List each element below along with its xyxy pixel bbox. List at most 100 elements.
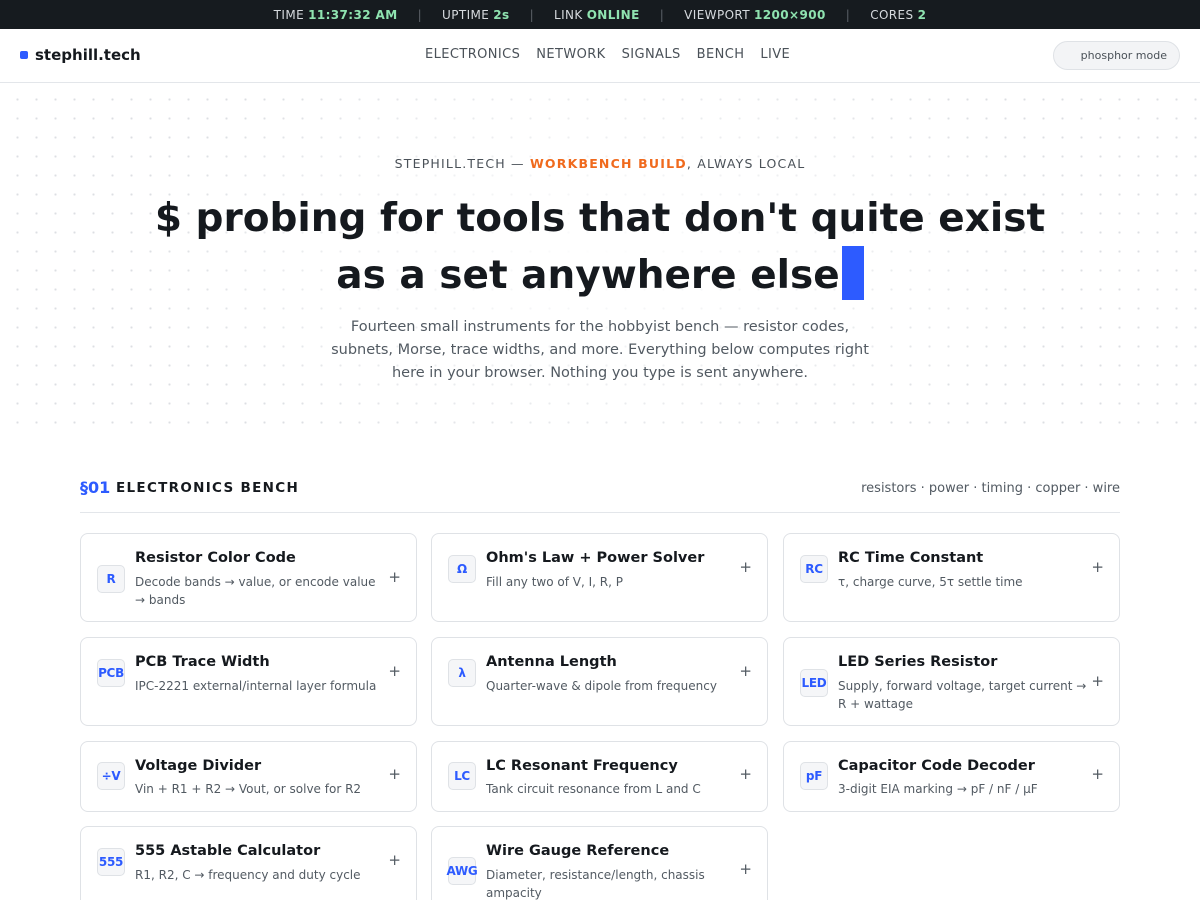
eyebrow-prefix: STEPHILL.TECH — bbox=[394, 156, 530, 171]
section-number: §01 bbox=[80, 478, 111, 497]
brand-name: stephill.tech bbox=[35, 46, 141, 64]
expand-plus-icon[interactable]: + bbox=[739, 662, 752, 680]
expand-plus-icon[interactable]: + bbox=[388, 568, 401, 586]
tool-card-description: Decode bands → value, or encode value → … bbox=[135, 575, 376, 607]
expand-plus-icon[interactable]: + bbox=[739, 860, 752, 878]
nav-link-live[interactable]: LIVE bbox=[760, 47, 790, 62]
status-cores: CORES 2 bbox=[870, 8, 926, 22]
nav-link-signals[interactable]: SIGNALS bbox=[622, 47, 681, 62]
tool-card-description: Fill any two of V, I, R, P bbox=[486, 575, 623, 589]
nav-link-electronics[interactable]: ELECTRONICS bbox=[425, 47, 520, 62]
tool-card-wire-gauge-reference[interactable]: AWG Wire Gauge Reference Diameter, resis… bbox=[431, 826, 768, 900]
tool-card-title: LED Series Resistor bbox=[838, 654, 998, 670]
status-time-value: 11:37:32 AM bbox=[308, 7, 398, 22]
headline-line-2: as a set anywhere else bbox=[336, 253, 840, 298]
phosphor-mode-toggle[interactable]: phosphor mode bbox=[1053, 41, 1180, 70]
top-nav: stephill.tech ELECTRONICS NETWORK SIGNAL… bbox=[0, 29, 1200, 83]
status-bar: TIME 11:37:32 AM | UPTIME 2s | LINK ONLI… bbox=[0, 0, 1200, 29]
tool-card-ohms-law[interactable]: Ω Ohm's Law + Power Solver Fill any two … bbox=[431, 533, 768, 622]
tool-card-title: Wire Gauge Reference bbox=[486, 843, 670, 859]
headline-line-1: $ probing for tools that don't quite exi… bbox=[154, 196, 1046, 241]
tool-card-title: Antenna Length bbox=[486, 654, 617, 670]
section-header: §01 ELECTRONICS BENCH resistors · power … bbox=[80, 478, 1120, 502]
status-uptime: UPTIME 2s bbox=[442, 8, 510, 22]
tool-card-description: τ, charge curve, 5τ settle time bbox=[838, 575, 1023, 589]
hero-headline: $ probing for tools that don't quite exi… bbox=[150, 192, 1050, 303]
eyebrow-suffix: , ALWAYS LOCAL bbox=[686, 156, 806, 171]
hero-eyebrow: STEPHILL.TECH — WORKBENCH BUILD, ALWAYS … bbox=[0, 156, 1200, 171]
tool-card-title: PCB Trace Width bbox=[135, 654, 270, 670]
status-link-label: LINK bbox=[554, 7, 583, 22]
expand-plus-icon[interactable]: + bbox=[1091, 765, 1104, 783]
hero-description: Fourteen small instruments for the hobby… bbox=[331, 319, 869, 381]
tool-card-description: Quarter-wave & dipole from frequency bbox=[486, 679, 717, 693]
eyebrow-accent: WORKBENCH BUILD bbox=[529, 156, 687, 171]
status-viewport-label: VIEWPORT bbox=[684, 7, 751, 22]
tool-card-title: 555 Astable Calculator bbox=[135, 843, 321, 859]
expand-plus-icon[interactable]: + bbox=[1091, 672, 1104, 690]
tool-card-description: Tank circuit resonance from L and C bbox=[486, 782, 701, 796]
tool-card-title: Resistor Color Code bbox=[135, 550, 296, 566]
brand-logo-icon bbox=[20, 51, 28, 59]
nav-link-network[interactable]: NETWORK bbox=[536, 47, 605, 62]
expand-plus-icon[interactable]: + bbox=[739, 558, 752, 576]
status-time: TIME 11:37:32 AM bbox=[274, 8, 398, 22]
pcb-icon: PCB bbox=[97, 659, 125, 687]
status-cores-label: CORES bbox=[870, 7, 914, 22]
tool-card-title: Voltage Divider bbox=[135, 758, 262, 774]
capacitor-icon: pF bbox=[800, 762, 828, 790]
ohm-icon: Ω bbox=[448, 555, 476, 583]
cursor-block-icon bbox=[841, 246, 864, 300]
tool-card-capacitor-code-decoder[interactable]: pF Capacitor Code Decoder 3-digit EIA ma… bbox=[783, 741, 1120, 812]
tool-card-title: LC Resonant Frequency bbox=[486, 758, 678, 774]
tool-card-title: Capacitor Code Decoder bbox=[838, 758, 1035, 774]
expand-plus-icon[interactable]: + bbox=[388, 662, 401, 680]
section-tags: resistors · power · timing · copper · wi… bbox=[861, 481, 1120, 496]
status-uptime-label: UPTIME bbox=[442, 7, 490, 22]
tool-card-lc-resonant-frequency[interactable]: LC LC Resonant Frequency Tank circuit re… bbox=[431, 741, 768, 812]
lc-icon: LC bbox=[448, 762, 476, 790]
status-separator: | bbox=[417, 7, 423, 22]
section-divider bbox=[80, 512, 1120, 513]
status-time-label: TIME bbox=[273, 7, 305, 22]
timer-555-icon: 555 bbox=[97, 848, 125, 876]
status-cores-value: 2 bbox=[917, 7, 927, 22]
status-viewport: VIEWPORT 1200×900 bbox=[684, 8, 826, 22]
hero: STEPHILL.TECH — WORKBENCH BUILD, ALWAYS … bbox=[0, 84, 1200, 430]
tool-card-description: IPC-2221 external/internal layer formula bbox=[135, 679, 377, 693]
tool-card-description: Vin + R1 + R2 → Vout, or solve for R2 bbox=[135, 782, 362, 796]
status-uptime-value: 2s bbox=[493, 7, 510, 22]
tool-card-description: Diameter, resistance/length, chassis amp… bbox=[486, 868, 705, 900]
status-link-value: ONLINE bbox=[586, 7, 640, 22]
status-link: LINK ONLINE bbox=[554, 8, 640, 22]
tool-card-title: RC Time Constant bbox=[838, 550, 984, 566]
expand-plus-icon[interactable]: + bbox=[739, 765, 752, 783]
tool-card-pcb-trace-width[interactable]: PCB PCB Trace Width IPC-2221 external/in… bbox=[80, 637, 417, 726]
tool-card-title: Ohm's Law + Power Solver bbox=[486, 550, 705, 566]
tool-card-description: Supply, forward voltage, target current … bbox=[838, 679, 1087, 711]
tool-card-555-astable[interactable]: 555 555 Astable Calculator R1, R2, C → f… bbox=[80, 826, 417, 900]
status-separator: | bbox=[529, 7, 535, 22]
tool-card-rc-time-constant[interactable]: RC RC Time Constant τ, charge curve, 5τ … bbox=[783, 533, 1120, 622]
tool-card-resistor-color-code[interactable]: R Resistor Color Code Decode bands → val… bbox=[80, 533, 417, 622]
expand-plus-icon[interactable]: + bbox=[388, 765, 401, 783]
rc-icon: RC bbox=[800, 555, 828, 583]
status-separator: | bbox=[845, 7, 851, 22]
nav-links: ELECTRONICS NETWORK SIGNALS BENCH LIVE bbox=[425, 47, 790, 62]
tool-card-description: 3-digit EIA marking → pF / nF / µF bbox=[838, 782, 1038, 796]
tool-card-led-series-resistor[interactable]: LED LED Series Resistor Supply, forward … bbox=[783, 637, 1120, 726]
nav-link-bench[interactable]: BENCH bbox=[697, 47, 745, 62]
brand-link[interactable]: stephill.tech bbox=[20, 46, 141, 64]
expand-plus-icon[interactable]: + bbox=[1091, 558, 1104, 576]
led-icon: LED bbox=[800, 669, 828, 697]
status-viewport-value: 1200×900 bbox=[754, 7, 826, 22]
tool-card-antenna-length[interactable]: λ Antenna Length Quarter-wave & dipole f… bbox=[431, 637, 768, 726]
lambda-icon: λ bbox=[448, 659, 476, 687]
section-title: ELECTRONICS BENCH bbox=[116, 480, 300, 496]
tool-card-voltage-divider[interactable]: ÷V Voltage Divider Vin + R1 + R2 → Vout,… bbox=[80, 741, 417, 812]
voltage-divider-icon: ÷V bbox=[97, 762, 125, 790]
expand-plus-icon[interactable]: + bbox=[388, 851, 401, 869]
resistor-icon: R bbox=[97, 565, 125, 593]
awg-icon: AWG bbox=[447, 857, 478, 885]
tool-card-description: R1, R2, C → frequency and duty cycle bbox=[135, 868, 361, 882]
